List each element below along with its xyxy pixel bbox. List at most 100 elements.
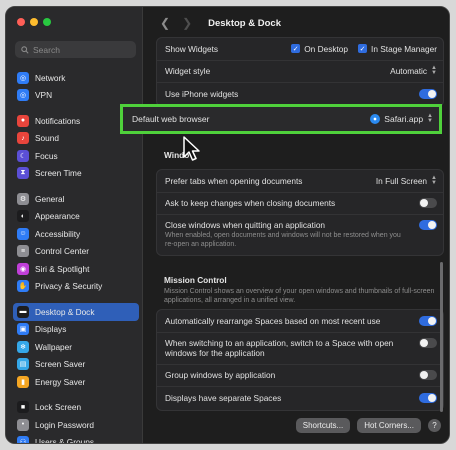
sidebar-item-label: Sound [35,133,59,144]
sidebar-item-energy-saver[interactable]: ▮ Energy Saver [13,373,139,391]
scrollbar[interactable] [440,262,443,412]
switch-space-toggle[interactable] [419,337,437,348]
prefer-tabs-value: In Full Screen [375,175,428,186]
ask-keep-changes-toggle[interactable] [419,198,437,209]
on-desktop-checkbox[interactable]: ✓ On Desktop [291,44,348,54]
sidebar-item-network[interactable]: ◎ Network [13,69,139,87]
default-browser-label: Default web browser [132,114,210,124]
sidebar-item-users-and-groups[interactable]: ⚇ Users & Groups [13,434,139,444]
hourglass-icon: ⧗ [17,167,29,180]
widget-style-value: Automatic [390,66,428,77]
in-stage-manager-label: In Stage Manager [371,43,437,54]
windows-group: Prefer tabs when opening documents In Fu… [156,169,444,256]
sidebar-item-desktop-and-dock[interactable]: ▬ Desktop & Dock [13,303,139,321]
sidebar-item-login-password[interactable]: • Login Password [13,416,139,434]
sidebar-item-label: Lock Screen [35,402,82,413]
minimize-window-button[interactable] [30,18,38,26]
sidebar-item-label: Energy Saver [35,376,86,387]
sidebar-item-focus[interactable]: ☾ Focus [13,147,139,165]
bell-icon: ● [17,114,29,127]
widget-style-label: Widget style [165,66,211,77]
ask-keep-changes-label: Ask to keep changes when closing documen… [165,198,336,209]
use-iphone-widgets-row: Use iPhone widgets [157,83,443,106]
sidebar-item-label: Appearance [35,211,80,222]
sidebar-item-label: Users & Groups [35,437,95,444]
search-input[interactable]: Search [15,41,136,58]
group-windows-toggle[interactable] [419,370,437,381]
window-controls [17,18,51,26]
sidebar-item-screen-time[interactable]: ⧗ Screen Time [13,165,139,183]
auto-rearrange-toggle[interactable] [419,315,437,326]
wallpaper-icon: ❄ [17,340,29,353]
sidebar-item-label: Login Password [35,419,95,430]
sidebar-item-privacy-and-security[interactable]: ✋ Privacy & Security [13,278,139,296]
battery-icon: ▮ [17,375,29,388]
use-iphone-widgets-toggle[interactable] [419,89,437,100]
chevron-updown-icon: ▲ ▼ [431,174,437,186]
bottom-buttons: Shortcuts... Hot Corners... ? [295,418,441,433]
sidebar-item-label: Siri & Spotlight [35,263,90,274]
shortcuts-button[interactable]: Shortcuts... [295,418,351,433]
sidebar-item-wallpaper[interactable]: ❄ Wallpaper [13,338,139,356]
sidebar-item-accessibility[interactable]: ☺ Accessibility [13,225,139,243]
sidebar-item-appearance[interactable]: ◐ Appearance [13,208,139,226]
show-widgets-row: Show Widgets ✓ On Desktop ✓ In Stage Man… [157,38,443,61]
sidebar-item-label: Displays [35,324,67,335]
sidebar-item-lock-screen[interactable]: ■ Lock Screen [13,399,139,417]
mouse-pointer-icon [183,136,200,161]
search-icon [21,45,29,54]
sidebar-item-general[interactable]: ⚙ General [13,190,139,208]
widget-style-popup[interactable]: Automatic ▲ ▼ [390,65,437,77]
sidebar-divider [13,391,139,399]
default-browser-row: Default web browser Safari.app ▲ ▼ [120,104,442,134]
users-icon: ⚇ [17,436,29,443]
gear-icon: ⚙ [17,192,29,205]
settings-window: Search ◎ Network ◎ VPN ● Notifications ♪ Sound ☾… [5,6,450,444]
widgets-group: Show Widgets ✓ On Desktop ✓ In Stage Man… [156,37,444,107]
page-title: Desktop & Dock [208,17,281,29]
control-center-icon: ≡ [17,245,29,258]
forward-button[interactable]: ❯ [182,16,192,30]
on-desktop-label: On Desktop [304,43,349,54]
hand-icon: ✋ [17,280,29,293]
chevron-updown-icon: ▲ ▼ [427,113,433,124]
ask-keep-changes-row: Ask to keep changes when closing documen… [157,193,443,215]
back-button[interactable]: ❮ [160,16,170,30]
speaker-icon: ♪ [17,132,29,145]
search-placeholder: Search [33,44,60,55]
prefer-tabs-popup[interactable]: In Full Screen ▲ ▼ [375,174,437,186]
auto-rearrange-row: Automatically rearrange Spaces based on … [157,310,443,333]
sidebar-item-label: Control Center [35,246,89,257]
sidebar-item-label: Wallpaper [35,341,73,352]
titlebar: ❮ ❯ Desktop & Dock [144,7,449,39]
switch-space-label: When switching to an application, switch… [165,337,394,358]
globe-icon: ◎ [17,89,29,102]
sidebar-item-label: Network [35,72,66,83]
help-button[interactable]: ? [428,419,441,432]
in-stage-manager-checkbox[interactable]: ✓ In Stage Manager [358,44,437,54]
main-pane: ❮ ❯ Desktop & Dock Show Widgets ✓ On Des… [144,7,449,443]
sidebar-item-control-center[interactable]: ≡ Control Center [13,243,139,261]
sidebar-item-label: General [35,193,65,204]
sidebar-item-label: Privacy & Security [35,281,103,292]
close-window-button[interactable] [17,18,25,26]
mission-control-desc: Mission Control shows an overview of you… [164,288,435,304]
mission-control-group: Automatically rearrange Spaces based on … [156,309,444,411]
close-windows-toggle[interactable] [419,220,437,230]
zoom-window-button[interactable] [43,18,51,26]
separate-spaces-row: Displays have separate Spaces [157,387,443,410]
sidebar-item-siri-and-spotlight[interactable]: ◉ Siri & Spotlight [13,260,139,278]
safari-icon [370,114,381,124]
sidebar-item-vpn[interactable]: ◎ VPN [13,87,139,105]
widget-style-row: Widget style Automatic ▲ ▼ [157,61,443,83]
hot-corners-button[interactable]: Hot Corners... [357,418,421,433]
sidebar-item-displays[interactable]: ▣ Displays [13,321,139,339]
lock-icon: ■ [17,401,29,414]
default-browser-popup[interactable]: Safari.app ▲ ▼ [370,113,433,124]
sidebar-item-label: Desktop & Dock [35,306,95,317]
sidebar-item-screen-saver[interactable]: ▤ Screen Saver [13,356,139,374]
separate-spaces-toggle[interactable] [419,393,437,404]
close-windows-label: Close windows when quitting an applicati… [165,220,326,230]
sidebar-item-label: VPN [35,90,53,101]
sidebar-divider [13,182,139,190]
